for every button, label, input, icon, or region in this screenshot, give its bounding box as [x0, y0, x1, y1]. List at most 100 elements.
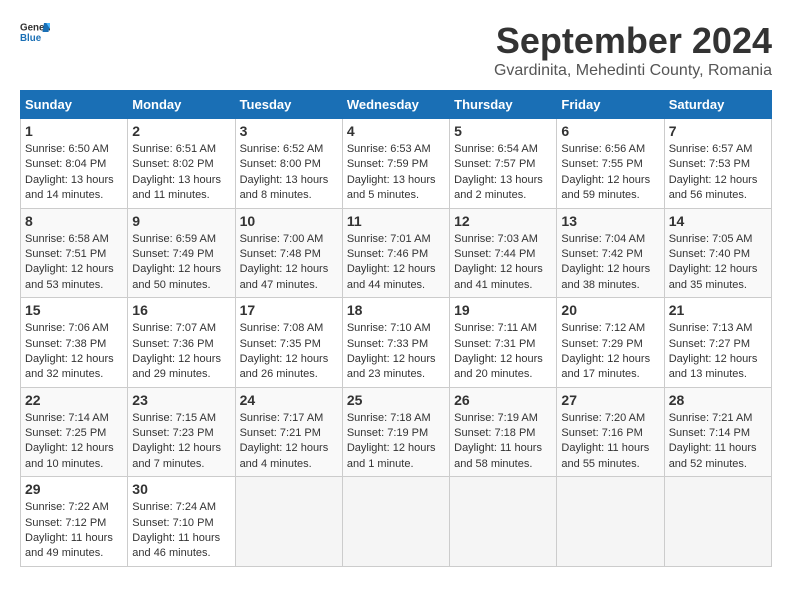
calendar-cell: 7 Sunrise: 6:57 AMSunset: 7:53 PMDaylight… [664, 119, 771, 209]
calendar-cell: 4 Sunrise: 6:53 AMSunset: 7:59 PMDaylight… [342, 119, 449, 209]
day-info: Sunrise: 7:04 AMSunset: 7:42 PMDaylight:… [561, 232, 659, 294]
day-info: Sunrise: 7:06 AMSunset: 7:38 PMDaylight:… [25, 321, 123, 383]
day-number: 7 [669, 123, 767, 139]
day-number: 29 [25, 481, 123, 497]
calendar-cell: 9 Sunrise: 6:59 AMSunset: 7:49 PMDaylight… [128, 208, 235, 298]
week-row-1: 1 Sunrise: 6:50 AMSunset: 8:04 PMDaylight… [21, 119, 772, 209]
day-number: 18 [347, 302, 445, 318]
calendar-cell: 16 Sunrise: 7:07 AMSunset: 7:36 PMDayligh… [128, 298, 235, 388]
calendar-cell: 28 Sunrise: 7:21 AMSunset: 7:14 PMDayligh… [664, 387, 771, 477]
calendar-cell: 5 Sunrise: 6:54 AMSunset: 7:57 PMDaylight… [450, 119, 557, 209]
weekday-header-monday: Monday [128, 91, 235, 119]
day-number: 12 [454, 213, 552, 229]
day-number: 4 [347, 123, 445, 139]
calendar-cell: 15 Sunrise: 7:06 AMSunset: 7:38 PMDayligh… [21, 298, 128, 388]
day-info: Sunrise: 7:19 AMSunset: 7:18 PMDaylight:… [454, 411, 552, 473]
day-number: 10 [240, 213, 338, 229]
logo: General Blue [20, 20, 50, 44]
day-number: 28 [669, 392, 767, 408]
day-info: Sunrise: 6:51 AMSunset: 8:02 PMDaylight:… [132, 142, 230, 204]
calendar-cell [450, 477, 557, 567]
day-number: 25 [347, 392, 445, 408]
calendar-cell: 24Sunrise: 7:17 AMSunset: 7:21 PMDayligh… [235, 387, 342, 477]
calendar-cell: 10 Sunrise: 7:00 AMSunset: 7:48 PMDayligh… [235, 208, 342, 298]
day-number: 30 [132, 481, 230, 497]
day-number: 14 [669, 213, 767, 229]
day-number: 2 [132, 123, 230, 139]
day-info: Sunrise: 6:59 AMSunset: 7:49 PMDaylight:… [132, 232, 230, 294]
day-number: 19 [454, 302, 552, 318]
day-info: Sunrise: 7:11 AMSunset: 7:31 PMDaylight:… [454, 321, 552, 383]
day-info: Sunrise: 7:13 AMSunset: 7:27 PMDaylight:… [669, 321, 767, 383]
calendar-cell: 2 Sunrise: 6:51 AMSunset: 8:02 PMDaylight… [128, 119, 235, 209]
weekday-header-tuesday: Tuesday [235, 91, 342, 119]
day-info: Sunrise: 7:22 AMSunset: 7:12 PMDaylight:… [25, 500, 123, 562]
day-number: 22 [25, 392, 123, 408]
calendar-cell: 30 Sunrise: 7:24 AMSunset: 7:10 PMDayligh… [128, 477, 235, 567]
calendar-cell [557, 477, 664, 567]
logo-icon: General Blue [20, 20, 50, 44]
day-number: 27 [561, 392, 659, 408]
calendar-cell: 27 Sunrise: 7:20 AMSunset: 7:16 PMDayligh… [557, 387, 664, 477]
calendar-cell: 13 Sunrise: 7:04 AMSunset: 7:42 PMDayligh… [557, 208, 664, 298]
day-number: 5 [454, 123, 552, 139]
day-info: Sunrise: 7:00 AMSunset: 7:48 PMDaylight:… [240, 232, 338, 294]
svg-text:Blue: Blue [20, 33, 42, 44]
day-number: 20 [561, 302, 659, 318]
day-number: 17 [240, 302, 338, 318]
day-info: Sunrise: 6:56 AMSunset: 7:55 PMDaylight:… [561, 142, 659, 204]
day-info: Sunrise: 6:57 AMSunset: 7:53 PMDaylight:… [669, 142, 767, 204]
calendar-cell: 25 Sunrise: 7:18 AMSunset: 7:19 PMDayligh… [342, 387, 449, 477]
header: General Blue September 2024 Gvardinita, … [20, 20, 772, 80]
day-number: 21 [669, 302, 767, 318]
weekday-header-thursday: Thursday [450, 91, 557, 119]
day-number: 15 [25, 302, 123, 318]
weekday-header-saturday: Saturday [664, 91, 771, 119]
calendar-cell: 1 Sunrise: 6:50 AMSunset: 8:04 PMDaylight… [21, 119, 128, 209]
calendar-cell: 20 Sunrise: 7:12 AMSunset: 7:29 PMDayligh… [557, 298, 664, 388]
calendar-cell: 11 Sunrise: 7:01 AMSunset: 7:46 PMDayligh… [342, 208, 449, 298]
calendar-cell: 17Sunrise: 7:08 AMSunset: 7:35 PMDayligh… [235, 298, 342, 388]
day-info: Sunrise: 7:05 AMSunset: 7:40 PMDaylight:… [669, 232, 767, 294]
day-info: Sunrise: 7:15 AMSunset: 7:23 PMDaylight:… [132, 411, 230, 473]
day-info: Sunrise: 6:58 AMSunset: 7:51 PMDaylight:… [25, 232, 123, 294]
day-number: 1 [25, 123, 123, 139]
weekday-header-row: SundayMondayTuesdayWednesdayThursdayFrid… [21, 91, 772, 119]
day-number: 11 [347, 213, 445, 229]
day-info: Sunrise: 7:01 AMSunset: 7:46 PMDaylight:… [347, 232, 445, 294]
day-number: 16 [132, 302, 230, 318]
day-info: Sunrise: 7:20 AMSunset: 7:16 PMDaylight:… [561, 411, 659, 473]
day-number: 9 [132, 213, 230, 229]
calendar-cell [235, 477, 342, 567]
calendar-cell: 18Sunrise: 7:10 AMSunset: 7:33 PMDayligh… [342, 298, 449, 388]
day-number: 3 [240, 123, 338, 139]
calendar-cell: 14 Sunrise: 7:05 AMSunset: 7:40 PMDayligh… [664, 208, 771, 298]
day-info: Sunrise: 7:18 AMSunset: 7:19 PMDaylight:… [347, 411, 445, 473]
week-row-4: 22Sunrise: 7:14 AMSunset: 7:25 PMDayligh… [21, 387, 772, 477]
calendar-cell: 3 Sunrise: 6:52 AMSunset: 8:00 PMDaylight… [235, 119, 342, 209]
day-number: 8 [25, 213, 123, 229]
weekday-header-sunday: Sunday [21, 91, 128, 119]
calendar-cell: 8 Sunrise: 6:58 AMSunset: 7:51 PMDaylight… [21, 208, 128, 298]
week-row-2: 8 Sunrise: 6:58 AMSunset: 7:51 PMDaylight… [21, 208, 772, 298]
calendar-cell [664, 477, 771, 567]
week-row-3: 15 Sunrise: 7:06 AMSunset: 7:38 PMDayligh… [21, 298, 772, 388]
calendar-cell [342, 477, 449, 567]
calendar-cell: 12 Sunrise: 7:03 AMSunset: 7:44 PMDayligh… [450, 208, 557, 298]
day-info: Sunrise: 6:53 AMSunset: 7:59 PMDaylight:… [347, 142, 445, 204]
calendar-cell: 21 Sunrise: 7:13 AMSunset: 7:27 PMDayligh… [664, 298, 771, 388]
calendar: SundayMondayTuesdayWednesdayThursdayFrid… [20, 90, 772, 567]
calendar-cell: 23Sunrise: 7:15 AMSunset: 7:23 PMDayligh… [128, 387, 235, 477]
day-info: Sunrise: 6:54 AMSunset: 7:57 PMDaylight:… [454, 142, 552, 204]
day-info: Sunrise: 6:50 AMSunset: 8:04 PMDaylight:… [25, 142, 123, 204]
day-number: 13 [561, 213, 659, 229]
calendar-cell: 22Sunrise: 7:14 AMSunset: 7:25 PMDayligh… [21, 387, 128, 477]
day-info: Sunrise: 7:03 AMSunset: 7:44 PMDaylight:… [454, 232, 552, 294]
day-info: Sunrise: 6:52 AMSunset: 8:00 PMDaylight:… [240, 142, 338, 204]
calendar-cell: 6Sunrise: 6:56 AMSunset: 7:55 PMDaylight… [557, 119, 664, 209]
day-info: Sunrise: 7:24 AMSunset: 7:10 PMDaylight:… [132, 500, 230, 562]
day-info: Sunrise: 7:07 AMSunset: 7:36 PMDaylight:… [132, 321, 230, 383]
day-info: Sunrise: 7:21 AMSunset: 7:14 PMDaylight:… [669, 411, 767, 473]
weekday-header-friday: Friday [557, 91, 664, 119]
day-info: Sunrise: 7:12 AMSunset: 7:29 PMDaylight:… [561, 321, 659, 383]
